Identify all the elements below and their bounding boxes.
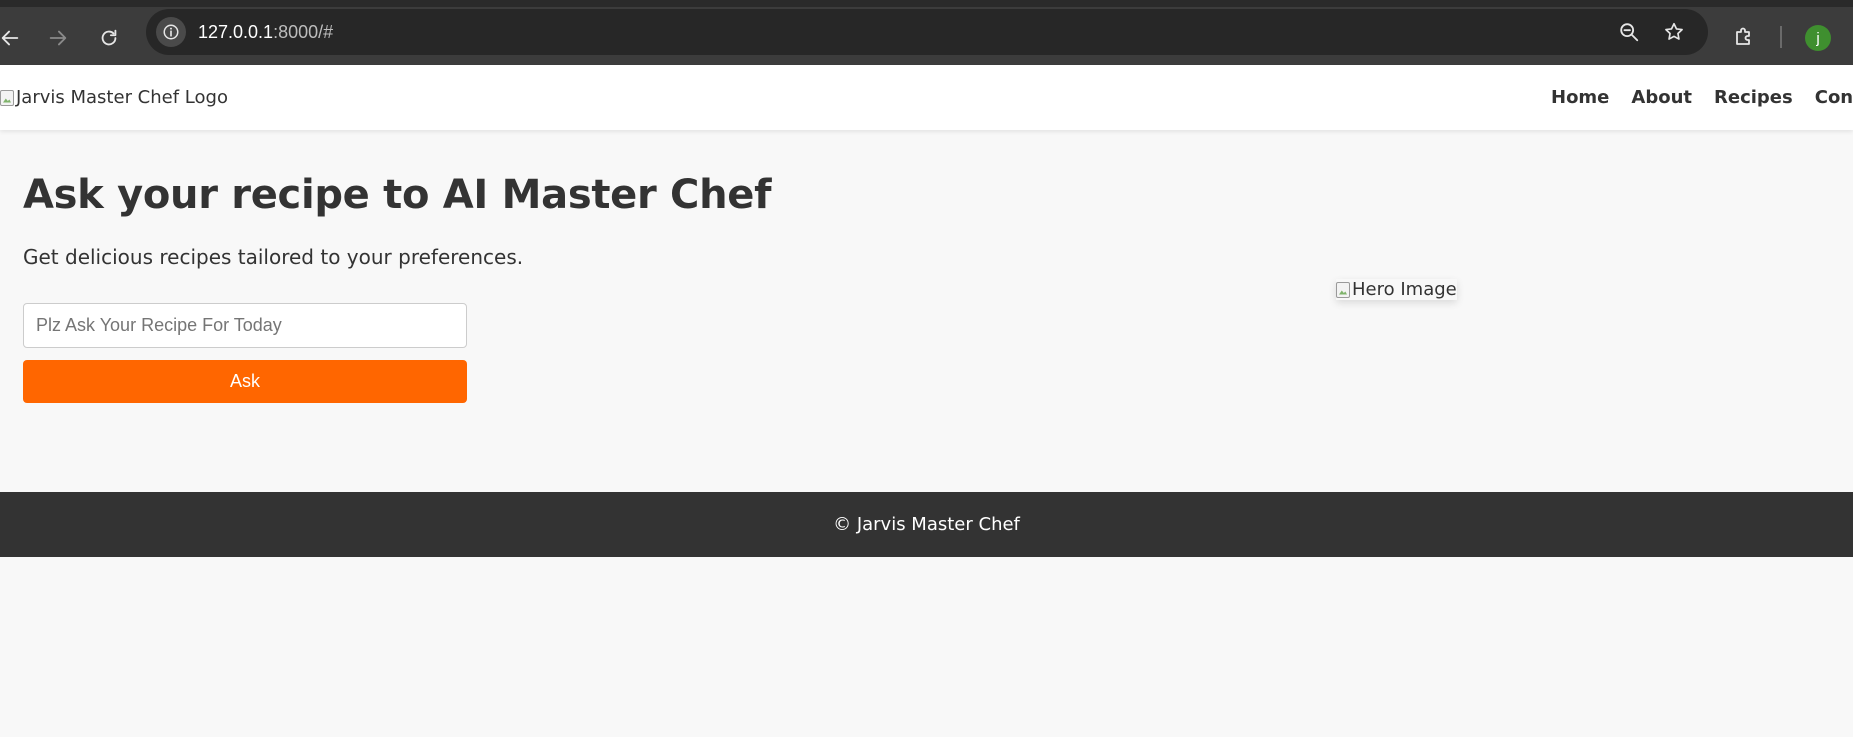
profile-avatar[interactable]: j <box>1805 25 1831 51</box>
bookmark-button[interactable] <box>1661 19 1687 45</box>
toolbar-divider <box>1780 26 1782 48</box>
zoom-button[interactable] <box>1616 19 1642 45</box>
site-header: Jarvis Master Chef Logo Home About Recip… <box>0 65 1853 130</box>
url-path: :8000/# <box>273 22 334 42</box>
logo-alt-text: Jarvis Master Chef Logo <box>16 87 228 108</box>
site-logo[interactable]: Jarvis Master Chef Logo <box>0 87 228 108</box>
address-bar[interactable]: 127.0.0.1:8000/# <box>146 9 1708 55</box>
extensions-button[interactable] <box>1730 23 1758 51</box>
nav-link-about[interactable]: About <box>1631 87 1692 108</box>
hero-image: Hero Image <box>1336 279 1457 300</box>
hero-subtitle: Get delicious recipes tailored to your p… <box>23 245 524 269</box>
nav-link-contact[interactable]: Contact <box>1815 87 1853 108</box>
puzzle-icon <box>1736 27 1750 45</box>
recipe-query-input[interactable] <box>23 303 467 348</box>
site-footer: © Jarvis Master Chef <box>0 492 1853 557</box>
star-icon <box>1665 22 1683 40</box>
ask-button[interactable]: Ask <box>23 360 467 403</box>
broken-image-icon <box>0 89 14 106</box>
reload-button[interactable] <box>91 20 127 56</box>
nav-link-home[interactable]: Home <box>1551 87 1609 108</box>
arrow-left-icon <box>1 30 19 46</box>
footer-copyright: © Jarvis Master Chef <box>833 514 1020 535</box>
main-nav: Home About Recipes Contact <box>1551 87 1853 108</box>
nav-link-recipes[interactable]: Recipes <box>1714 87 1793 108</box>
site-info-button[interactable] <box>156 17 186 47</box>
reload-icon <box>101 29 117 46</box>
hero-title: Ask your recipe to AI Master Chef <box>23 172 772 218</box>
arrow-right-icon <box>49 30 67 46</box>
back-button[interactable] <box>0 20 28 56</box>
hero-image-alt-text: Hero Image <box>1352 279 1457 300</box>
forward-button[interactable] <box>40 20 76 56</box>
broken-image-icon <box>1336 281 1350 298</box>
browser-toolbar: 127.0.0.1:8000/# j <box>0 0 1853 65</box>
url-host: 127.0.0.1 <box>198 22 274 42</box>
zoom-out-icon <box>1620 23 1639 42</box>
url-text[interactable]: 127.0.0.1:8000/# <box>198 22 333 43</box>
info-icon <box>163 24 179 40</box>
